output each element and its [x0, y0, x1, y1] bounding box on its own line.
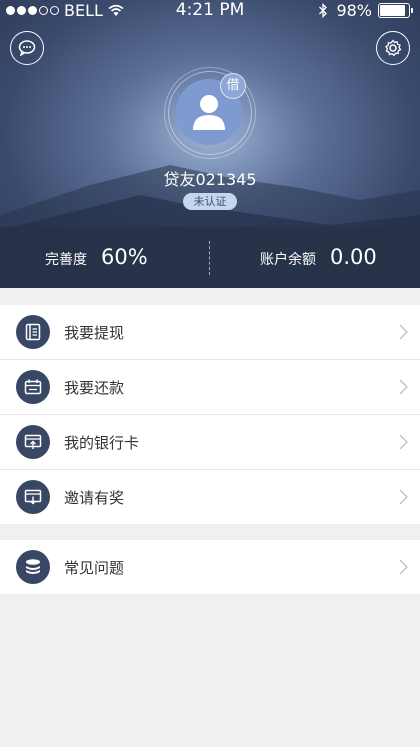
- stats-divider: [209, 241, 210, 275]
- bank-card-icon: [16, 425, 50, 459]
- chevron-right-icon: [399, 489, 408, 505]
- gear-icon: [385, 39, 402, 57]
- withdraw-icon: [16, 315, 50, 349]
- completeness-label: 完善度: [45, 252, 87, 268]
- username: 贷友021345: [163, 170, 257, 189]
- calendar-icon: [16, 370, 50, 404]
- menu-label: 我要提现: [64, 323, 125, 342]
- menu-item-bank-card[interactable]: 我的银行卡: [0, 415, 420, 470]
- menu-item-withdraw[interactable]: 我要提现: [0, 305, 420, 360]
- verify-status-badge[interactable]: 未认证: [183, 193, 237, 210]
- completeness-value: 60%: [101, 245, 148, 269]
- menu-item-faq[interactable]: 常见问题: [0, 540, 420, 594]
- battery-percent: 98%: [336, 1, 372, 20]
- battery-level: [380, 5, 406, 16]
- menu-label: 常见问题: [64, 558, 125, 577]
- bluetooth-icon: [319, 3, 328, 18]
- chevron-right-icon: [399, 324, 408, 340]
- chevron-right-icon: [399, 434, 408, 450]
- menu-label: 我要还款: [64, 378, 125, 397]
- balance-label: 账户余额: [260, 252, 316, 268]
- menu-group-main: 我要提现 我要还款 我的银行卡 邀请有奖: [0, 305, 420, 524]
- menu-label: 我的银行卡: [64, 433, 140, 452]
- balance-value: 0.00: [330, 245, 377, 269]
- chat-bubble-icon: [18, 40, 36, 56]
- completeness-stat: 完善度 60%: [45, 245, 148, 269]
- menu-label: 邀请有奖: [64, 488, 125, 507]
- menu-item-repay[interactable]: 我要还款: [0, 360, 420, 415]
- account-stats-bar: 完善度 60% 账户余额 0.00: [0, 227, 420, 288]
- message-button[interactable]: [10, 31, 44, 65]
- borrow-badge: 借: [220, 73, 246, 99]
- profile-header: BELL 4:21 PM 98% 借 贷友021345 未认证 完善度 60% …: [0, 0, 420, 288]
- chevron-right-icon: [399, 559, 408, 575]
- settings-button[interactable]: [376, 31, 410, 65]
- menu-item-invite[interactable]: 邀请有奖: [0, 470, 420, 524]
- invite-icon: [16, 480, 50, 514]
- menu-group-help: 常见问题: [0, 540, 420, 594]
- battery-icon: [378, 3, 413, 18]
- database-icon: [16, 550, 50, 584]
- status-bar: BELL 4:21 PM 98%: [0, 0, 420, 22]
- chevron-right-icon: [399, 379, 408, 395]
- balance-stat: 账户余额 0.00: [260, 245, 377, 269]
- user-silhouette-icon: [193, 95, 225, 130]
